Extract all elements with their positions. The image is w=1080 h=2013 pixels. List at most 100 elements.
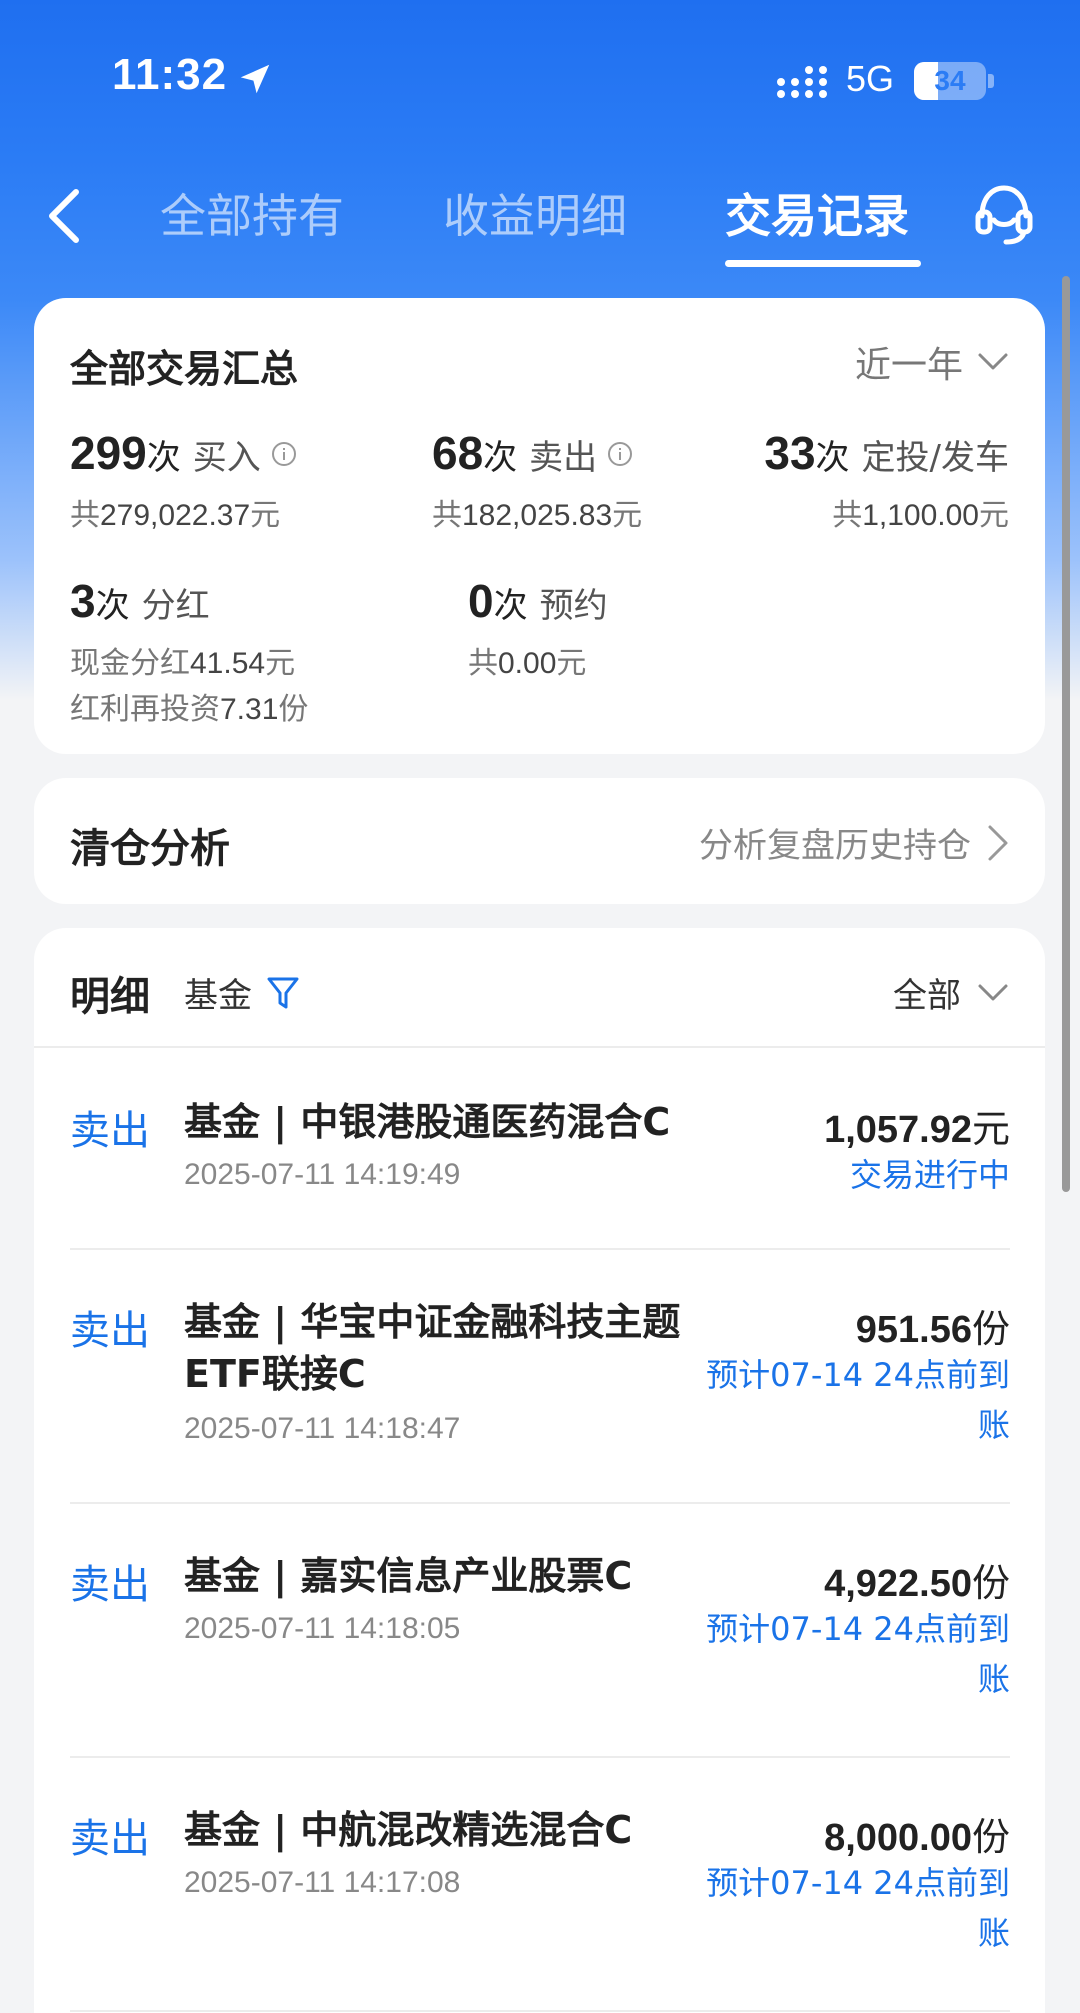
stat-dca[interactable]: 33次 定投/发车 共1,100.00元 bbox=[764, 426, 1009, 534]
row-amount: 1,057.92元 bbox=[824, 1098, 1010, 1153]
dca-total: 共1,100.00元 bbox=[764, 490, 1009, 534]
back-chevron-left-icon[interactable] bbox=[36, 180, 92, 252]
buy-total: 共279,022.37元 bbox=[70, 490, 297, 534]
top-nav: 全部持有 收益明细 交易记录 bbox=[0, 160, 1080, 280]
row-amount-value: 951.56 bbox=[855, 1309, 972, 1351]
row-status: 预计07-14 24点前到账 bbox=[706, 1356, 1010, 1444]
reserve-count-unit: 次 bbox=[493, 586, 528, 626]
row-type: 卖出 bbox=[70, 1108, 150, 1154]
stat-reserve[interactable]: 0次 预约 共0.00元 bbox=[468, 574, 608, 682]
stat-buy[interactable]: 299次 买入 共279,022.37元 bbox=[70, 426, 297, 534]
product-filter-label: 基金 bbox=[184, 976, 252, 1016]
tab-all-holdings[interactable]: 全部持有 bbox=[160, 180, 344, 246]
network-type: 5G bbox=[846, 58, 895, 99]
detail-title: 明细 bbox=[70, 974, 150, 1020]
dividend-reinvest-prefix: 红利再投资 bbox=[70, 692, 220, 727]
chevron-down-icon bbox=[978, 984, 1008, 1000]
tab-income-detail[interactable]: 收益明细 bbox=[443, 180, 627, 246]
dca-label: 定投/发车 bbox=[861, 438, 1009, 478]
row-amount-unit: 份 bbox=[971, 1307, 1010, 1351]
dividend-reinvest-suffix: 份 bbox=[278, 692, 309, 727]
clear-analysis-link[interactable]: 分析复盘历史持仓 bbox=[699, 818, 1009, 867]
buy-total-value: 279,022.37 bbox=[100, 499, 251, 532]
transaction-row[interactable]: 卖出 基金 | 嘉实信息产业股票C 2025-07-11 14:18:05 4,… bbox=[70, 1504, 1010, 1758]
type-dropdown[interactable]: 全部 bbox=[893, 968, 1009, 1017]
buy-total-prefix: 共 bbox=[70, 498, 100, 533]
summary-title: 全部交易汇总 bbox=[70, 347, 299, 391]
clear-analysis-card[interactable]: 清仓分析 分析复盘历史持仓 bbox=[34, 778, 1045, 904]
transaction-row[interactable]: 卖出 基金 | 华宝中证金融科技主题ETF联接C 2025-07-11 14:1… bbox=[70, 1250, 1010, 1504]
row-status: 预计07-14 24点前到账 bbox=[706, 1610, 1010, 1698]
clear-analysis-link-label: 分析复盘历史持仓 bbox=[699, 826, 971, 866]
period-label: 近一年 bbox=[854, 345, 963, 386]
row-amount-unit: 份 bbox=[971, 1561, 1010, 1605]
dividend-cash-suffix: 元 bbox=[265, 646, 296, 681]
location-arrow-icon bbox=[240, 64, 270, 94]
buy-info-icon[interactable] bbox=[271, 441, 297, 467]
stat-dividend[interactable]: 3次 分红 现金分红41.54元 红利再投资7.31份 bbox=[70, 574, 308, 728]
transaction-summary-card: 全部交易汇总 近一年 299次 买入 共279,022.37元 68次 卖出 共18… bbox=[34, 298, 1045, 754]
transaction-row[interactable]: 卖出 基金 | 中银港股通医药混合C 2025-07-11 14:19:49 1… bbox=[70, 1050, 1010, 1250]
buy-count-unit: 次 bbox=[146, 438, 181, 478]
reserve-label: 预约 bbox=[539, 586, 608, 626]
row-amount: 8,000.00份 bbox=[824, 1806, 1010, 1861]
reserve-total: 共0.00元 bbox=[468, 638, 608, 682]
sell-info-icon[interactable] bbox=[607, 441, 633, 467]
buy-count: 299 bbox=[70, 427, 147, 479]
dca-total-prefix: 共 bbox=[832, 498, 863, 533]
chevron-right-icon bbox=[988, 825, 1008, 860]
status-bar: 11:32 5G 34 bbox=[0, 0, 1080, 160]
battery-icon: 34 bbox=[914, 62, 986, 100]
row-time: 2025-07-11 14:19:49 bbox=[184, 1158, 461, 1191]
row-fund-name: 基金 | 中银港股通医药混合C bbox=[184, 1100, 671, 1144]
dca-total-suffix: 元 bbox=[979, 498, 1009, 533]
dca-count: 33 bbox=[764, 427, 816, 479]
reserve-total-prefix: 共 bbox=[468, 646, 498, 681]
row-amount-value: 4,922.50 bbox=[824, 1563, 972, 1605]
product-filter[interactable]: 基金 bbox=[184, 968, 300, 1017]
buy-total-suffix: 元 bbox=[250, 498, 281, 533]
row-time: 2025-07-11 14:18:47 bbox=[184, 1412, 461, 1445]
row-amount-unit: 元 bbox=[971, 1107, 1010, 1151]
sell-total: 共182,025.83元 bbox=[432, 490, 642, 534]
signal-icon bbox=[777, 66, 827, 98]
filter-icon bbox=[267, 977, 299, 1008]
sell-total-value: 182,025.83 bbox=[462, 499, 613, 532]
status-time: 11:32 bbox=[112, 50, 228, 99]
dca-total-value: 1,100.00 bbox=[862, 499, 979, 532]
row-time: 2025-07-11 14:18:05 bbox=[184, 1612, 461, 1645]
scrollbar[interactable] bbox=[1062, 276, 1070, 1192]
sell-label: 卖出 bbox=[529, 438, 598, 478]
row-time: 2025-07-11 14:17:08 bbox=[184, 1866, 461, 1899]
tab-transaction-records[interactable]: 交易记录 bbox=[725, 180, 909, 246]
reserve-total-suffix: 元 bbox=[556, 646, 587, 681]
dca-count-unit: 次 bbox=[815, 438, 850, 478]
row-type: 卖出 bbox=[70, 1562, 150, 1608]
row-amount: 951.56份 bbox=[856, 1298, 1010, 1353]
reserve-total-value: 0.00 bbox=[498, 647, 557, 680]
type-dropdown-label: 全部 bbox=[893, 976, 961, 1016]
battery-tip bbox=[988, 74, 994, 88]
headset-service-icon[interactable] bbox=[972, 180, 1036, 250]
dividend-cash-value: 41.54 bbox=[190, 647, 266, 680]
dividend-count-unit: 次 bbox=[95, 586, 130, 626]
detail-header: 明细 基金 全部 bbox=[34, 928, 1045, 1048]
dividend-cash-prefix: 现金分红 bbox=[70, 646, 190, 681]
transaction-row[interactable]: 卖出 基金 | 中航混改精选混合C 2025-07-11 14:17:08 8,… bbox=[70, 1758, 1010, 2012]
row-fund-name: 基金 | 嘉实信息产业股票C bbox=[184, 1554, 633, 1598]
chevron-down-icon bbox=[978, 353, 1008, 370]
row-fund-name: 基金 | 中航混改精选混合C bbox=[184, 1808, 633, 1852]
dividend-count: 3 bbox=[70, 575, 96, 627]
period-dropdown[interactable]: 近一年 bbox=[855, 336, 1009, 388]
buy-label: 买入 bbox=[192, 438, 261, 478]
row-amount-value: 1,057.92 bbox=[824, 1109, 972, 1151]
clear-analysis-title: 清仓分析 bbox=[70, 826, 230, 872]
sell-count: 68 bbox=[432, 427, 484, 479]
stat-sell[interactable]: 68次 卖出 共182,025.83元 bbox=[432, 426, 642, 534]
row-type: 卖出 bbox=[70, 1308, 150, 1354]
dividend-cash: 现金分红41.54元 bbox=[70, 638, 308, 682]
sell-total-suffix: 元 bbox=[612, 498, 643, 533]
reserve-count: 0 bbox=[468, 575, 494, 627]
row-status: 预计07-14 24点前到账 bbox=[706, 1864, 1010, 1952]
sell-count-unit: 次 bbox=[483, 438, 518, 478]
